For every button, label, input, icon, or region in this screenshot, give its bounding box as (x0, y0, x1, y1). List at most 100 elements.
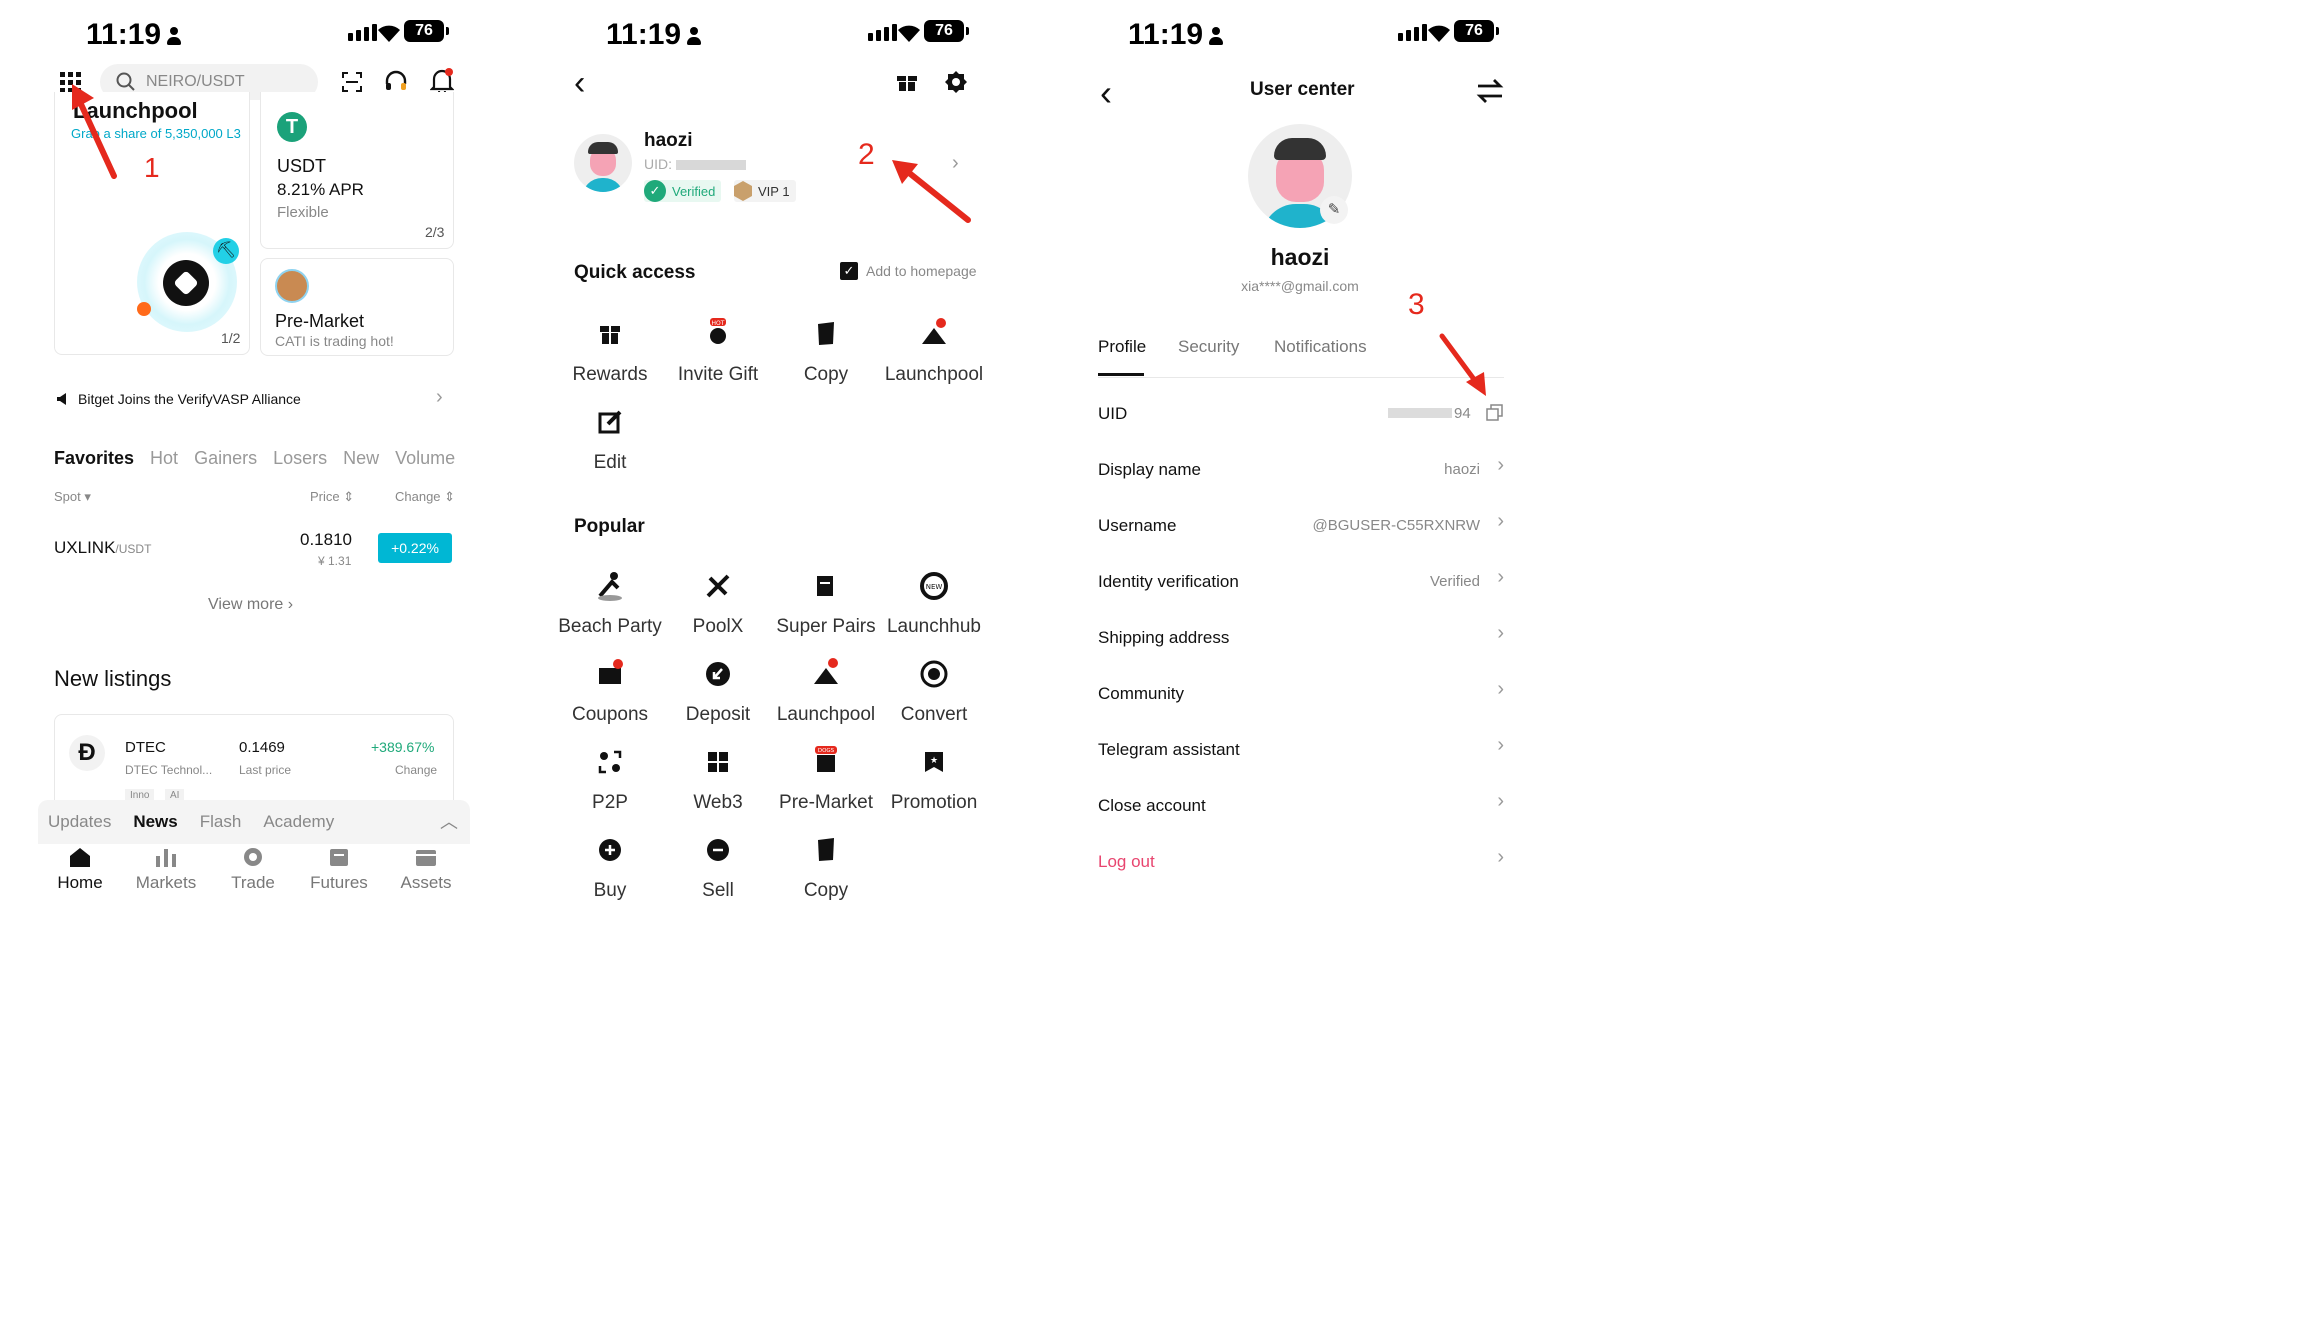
announcement-chevron-icon[interactable]: › (436, 386, 443, 409)
markets-icon (156, 849, 176, 867)
tab-security[interactable]: Security (1178, 337, 1239, 357)
status-time-text-2: 11:19 (606, 18, 682, 51)
news-tab-news[interactable]: News (133, 812, 177, 832)
pair-change-badge: +0.22% (378, 533, 452, 563)
support-icon[interactable] (384, 70, 408, 94)
tab-volume[interactable]: Volume (395, 448, 455, 469)
add-homepage-toggle[interactable]: ✓ Add to homepage (840, 262, 977, 280)
telegram-assistant-row[interactable]: Telegram assistant › (1098, 732, 1504, 768)
username-row[interactable]: Username @BGUSER-C55RXNRW › (1098, 508, 1504, 544)
battery-icon-3: 76 (1454, 20, 1499, 42)
megaphone-icon (57, 393, 66, 405)
new-badge-text: NEW (926, 583, 943, 591)
switch-account-icon[interactable] (1476, 78, 1504, 104)
copy-icon[interactable] (1486, 404, 1504, 422)
username-label: Username (1098, 516, 1177, 535)
tab-hot[interactable]: Hot (150, 448, 178, 469)
close-account-chevron-icon: › (1497, 790, 1504, 812)
shipping-address-row[interactable]: Shipping address › (1098, 620, 1504, 656)
tab-favorites[interactable]: Favorites (54, 448, 134, 469)
super-pairs-icon (806, 566, 846, 606)
annotation-number-3: 3 (1408, 288, 1425, 321)
futures-icon (330, 849, 348, 866)
news-tab-updates[interactable]: Updates (48, 812, 111, 832)
display-name-row[interactable]: Display name haozi › (1098, 452, 1504, 488)
vip-label: VIP 1 (758, 183, 790, 199)
notification-bell-icon[interactable] (430, 68, 454, 94)
new-listings-title: New listings (54, 666, 172, 691)
rewards-icon (590, 314, 630, 354)
usdt-earn-card[interactable]: T USDT 8.21% APR Flexible 2/3 (260, 92, 454, 249)
search-placeholder: NEIRO/USDT (146, 73, 245, 90)
scan-icon[interactable] (342, 72, 362, 92)
back-chevron-icon[interactable]: ‹ (574, 64, 585, 103)
usdt-name: USDT (277, 156, 326, 176)
back-chevron-icon-3[interactable]: ‹ (1100, 72, 1112, 114)
premarket-title: Pre-Market (275, 311, 365, 331)
price-sort[interactable]: Price ⇕ (310, 489, 354, 505)
quick-launchpool[interactable]: Launchpool (854, 314, 1014, 386)
spot-dropdown[interactable]: Spot ▾ (54, 489, 91, 505)
verified-check-icon: ✓ (644, 180, 666, 202)
gift-icon[interactable] (896, 70, 918, 92)
tab-new[interactable]: New (343, 448, 379, 469)
popular-convert-label: Convert (900, 704, 968, 725)
settings-gear-icon[interactable] (944, 70, 968, 94)
usdt-apr: 8.21% APR (277, 180, 364, 199)
uid-row[interactable]: UID 94 (1098, 396, 1504, 432)
tab-profile-underline (1098, 373, 1144, 376)
spot-label: Spot (54, 489, 81, 504)
announcement-text[interactable]: Bitget Joins the VerifyVASP Alliance (78, 391, 301, 407)
person-icon (167, 27, 182, 46)
launchhub-icon: NEW (914, 566, 954, 606)
change-label: Change (395, 489, 441, 504)
log-out-label: Log out (1098, 852, 1155, 871)
identity-verification-row[interactable]: Identity verification Verified › (1098, 564, 1504, 600)
tab-gainers[interactable]: Gainers (194, 448, 257, 469)
username-value: @BGUSER-C55RXNRW (1312, 517, 1480, 534)
battery-icon: 76 (404, 20, 449, 42)
usdt-page: 2/3 (425, 224, 445, 240)
quick-edit[interactable]: Edit (540, 402, 690, 474)
pair-base: UXLINK (54, 538, 116, 557)
uid-row-value: 94 (1454, 405, 1471, 422)
status-time-text-3: 11:19 (1128, 18, 1204, 51)
username-chevron-icon: › (1497, 510, 1504, 532)
popular-launchhub[interactable]: NEW Launchhub (854, 566, 1014, 638)
pair-row[interactable]: UXLINK/USDT 0.1810 ¥ 1.31 +0.22% (54, 528, 454, 572)
change-sort[interactable]: Change ⇕ (395, 489, 455, 505)
wifi-icon-3 (1428, 25, 1450, 42)
popular-title: Popular (574, 516, 645, 537)
news-tab-academy[interactable]: Academy (263, 812, 334, 832)
community-label: Community (1098, 684, 1184, 703)
popular-convert[interactable]: Convert (854, 654, 1014, 726)
log-out-row[interactable]: Log out › (1098, 844, 1504, 880)
popular-copy[interactable]: Copy (746, 830, 906, 902)
web3-icon (698, 742, 738, 782)
shipping-address-chevron-icon: › (1497, 622, 1504, 644)
nav-assets[interactable]: Assets (366, 846, 486, 893)
status-time: 11:19 (86, 18, 182, 52)
signal-icon (348, 24, 377, 41)
collapse-chevron-icon[interactable]: ︿ (440, 808, 458, 834)
popular-promotion[interactable]: ★ Promotion (854, 742, 1014, 814)
add-homepage-label: Add to homepage (866, 263, 977, 279)
news-tab-flash[interactable]: Flash (200, 812, 242, 832)
uid-redacted (675, 160, 746, 171)
status-time-2: 11:19 (606, 18, 702, 52)
vip-shield-icon (734, 181, 752, 201)
popular-promotion-label: Promotion (890, 792, 978, 813)
tab-notifications[interactable]: Notifications (1274, 337, 1367, 357)
tab-profile[interactable]: Profile (1098, 337, 1146, 357)
premarket-card[interactable]: Pre-Market CATI is trading hot! (260, 258, 454, 356)
hot-badge-text: HOT (712, 320, 725, 327)
tab-losers[interactable]: Losers (273, 448, 327, 469)
pre-market-icon: DOGS (806, 742, 846, 782)
community-row[interactable]: Community › (1098, 676, 1504, 712)
edit-avatar-pencil-icon[interactable]: ✎ (1320, 196, 1348, 224)
listing-price: 0.1469 (239, 739, 285, 756)
close-account-row[interactable]: Close account › (1098, 788, 1504, 824)
shipping-address-label: Shipping address (1098, 628, 1230, 647)
dogs-badge-text: DOGS (818, 748, 835, 754)
view-more-link[interactable]: View more › (208, 596, 293, 614)
